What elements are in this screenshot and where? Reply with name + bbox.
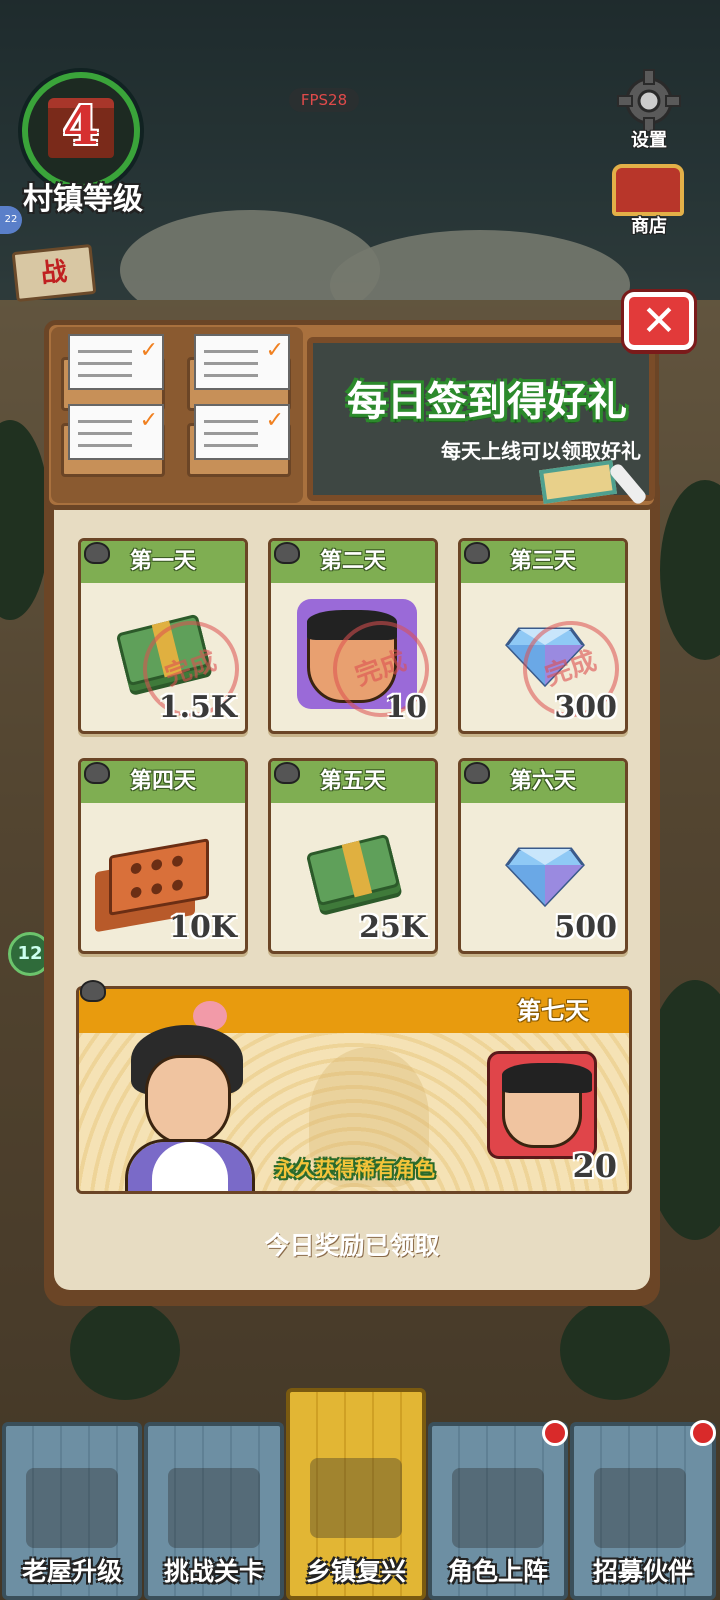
village-level-label: 村镇等级 bbox=[23, 182, 143, 217]
dialog-header-board: ✓ ✓ ✓ ✓ 每日签到得好礼 每天上线可以领取好礼 bbox=[44, 320, 659, 510]
character-puzzle-icon bbox=[487, 1051, 597, 1159]
eraser-icon bbox=[538, 460, 618, 504]
reward-amount: 20 bbox=[572, 1147, 617, 1185]
reward-amount: 10 bbox=[385, 690, 427, 725]
village-level-number: 4 bbox=[62, 96, 100, 157]
checklist-paper-icon: ✓ bbox=[194, 334, 290, 390]
bottom-nav: 老屋升级 挑战关卡 乡镇复兴 角色上阵 招募伙伴 bbox=[0, 1388, 720, 1600]
pin-icon bbox=[464, 542, 490, 564]
nav-town-revival[interactable]: 乡镇复兴 bbox=[286, 1388, 426, 1600]
pin-icon bbox=[274, 762, 300, 784]
cash-icon bbox=[305, 833, 401, 907]
check-icon: ✓ bbox=[139, 408, 158, 433]
battle-sign-button[interactable]: 战 bbox=[11, 243, 97, 303]
fps-counter: FPS28 bbox=[289, 88, 359, 112]
settings-button[interactable]: 设置 bbox=[608, 68, 690, 158]
day-card-3[interactable]: 第三天 完成 300 bbox=[458, 538, 628, 734]
reward-amount: 500 bbox=[554, 910, 617, 945]
dialog-subtitle: 每天上线可以领取好礼 bbox=[441, 439, 641, 463]
shelf-slot: ✓ bbox=[187, 404, 291, 477]
day-card-6[interactable]: 第六天 500 bbox=[458, 758, 628, 954]
nav-label: 招募伙伴 bbox=[592, 1557, 693, 1586]
nav-challenge[interactable]: 挑战关卡 bbox=[144, 1422, 284, 1600]
close-button[interactable]: ✕ bbox=[621, 289, 697, 353]
close-icon: ✕ bbox=[641, 296, 677, 345]
reward-amount: 1.5K bbox=[158, 690, 237, 725]
pin-icon bbox=[274, 542, 300, 564]
nav-house-upgrade[interactable]: 老屋升级 bbox=[2, 1422, 142, 1600]
check-icon: ✓ bbox=[265, 338, 284, 363]
characters-icon bbox=[452, 1468, 544, 1548]
shop-button[interactable]: 商店 bbox=[608, 160, 690, 240]
reward-amount: 25K bbox=[359, 910, 427, 945]
nav-deploy-characters[interactable]: 角色上阵 bbox=[428, 1420, 568, 1600]
recruit-poster-icon bbox=[594, 1468, 686, 1548]
pin-icon bbox=[80, 980, 106, 1002]
day-card-7[interactable]: 第七天 永久获得稀有角色 20 bbox=[76, 986, 632, 1194]
checklist-shelf: ✓ ✓ ✓ ✓ bbox=[51, 327, 303, 503]
claim-status: 今日奖励已领取 bbox=[264, 1231, 440, 1260]
shelf-slot: ✓ bbox=[61, 334, 165, 411]
nav-recruit[interactable]: 招募伙伴 bbox=[570, 1420, 716, 1600]
character-face bbox=[502, 1063, 592, 1148]
chalkboard: 每日签到得好礼 每天上线可以领取好礼 bbox=[307, 337, 655, 507]
day-label: 第七天 bbox=[517, 997, 589, 1025]
checklist-paper-icon: ✓ bbox=[194, 404, 290, 460]
house-icon bbox=[26, 1468, 118, 1548]
pin-icon bbox=[84, 762, 110, 784]
treasure-chest-icon bbox=[612, 164, 684, 216]
checklist-paper-icon: ✓ bbox=[68, 404, 164, 460]
brick-icon bbox=[109, 838, 209, 916]
notification-dot bbox=[542, 1420, 568, 1446]
reward-amount: 10K bbox=[169, 910, 237, 945]
diamond-icon bbox=[505, 847, 585, 908]
settings-label: 设置 bbox=[631, 130, 667, 151]
dialog-title: 每日签到得好礼 bbox=[347, 379, 627, 425]
checklist-paper-icon: ✓ bbox=[68, 334, 164, 390]
shelf-slot: ✓ bbox=[187, 334, 291, 411]
check-icon: ✓ bbox=[139, 338, 158, 363]
shelf-slot: ✓ bbox=[61, 404, 165, 477]
nav-label: 老屋升级 bbox=[21, 1557, 122, 1586]
gear-icon bbox=[617, 69, 681, 133]
pin-icon bbox=[464, 762, 490, 784]
nav-label: 乡镇复兴 bbox=[305, 1557, 406, 1586]
village-level-button[interactable]: 4 bbox=[22, 72, 140, 190]
reward-amount: 300 bbox=[554, 690, 617, 725]
day-card-5[interactable]: 第五天 25K bbox=[268, 758, 438, 954]
nav-label: 角色上阵 bbox=[447, 1557, 548, 1586]
day-card-2[interactable]: 第二天 完成 10 bbox=[268, 538, 438, 734]
nav-label: 挑战关卡 bbox=[163, 1557, 264, 1586]
shop-label: 商店 bbox=[631, 216, 667, 237]
day-card-1[interactable]: 第一天 完成 1.5K bbox=[78, 538, 248, 734]
rare-character-tagline: 永久获得稀有角色 bbox=[275, 1157, 435, 1181]
notification-dot bbox=[690, 1420, 716, 1446]
rare-character-illustration bbox=[105, 999, 275, 1191]
pin-icon bbox=[84, 542, 110, 564]
chainsaw-icon bbox=[168, 1468, 260, 1548]
check-icon: ✓ bbox=[265, 408, 284, 433]
day-card-4[interactable]: 第四天 10K bbox=[78, 758, 248, 954]
market-stall-icon bbox=[310, 1458, 402, 1538]
